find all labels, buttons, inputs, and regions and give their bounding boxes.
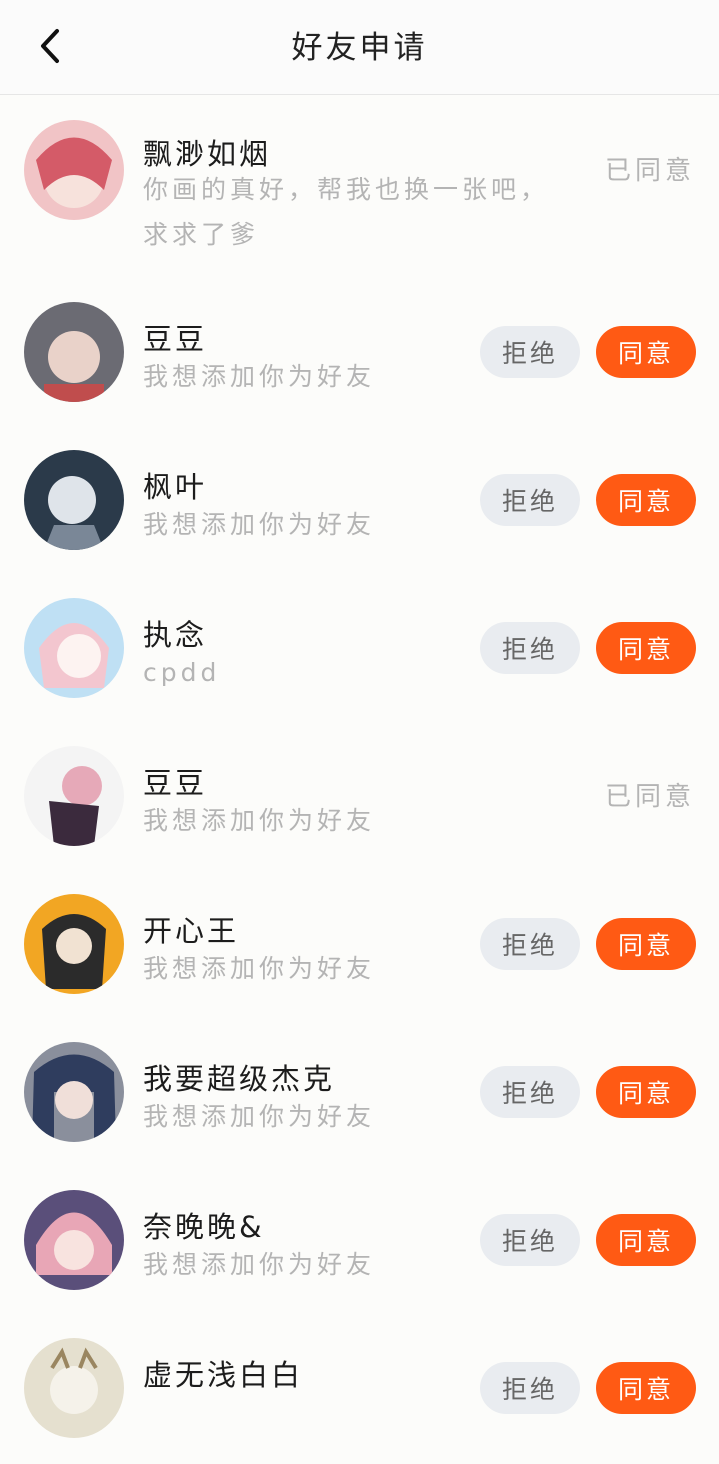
avatar-image <box>24 120 124 220</box>
avatar[interactable] <box>24 598 124 698</box>
requester-name: 执念 <box>143 618 208 652</box>
accept-button[interactable]: 同意 <box>596 1214 696 1266</box>
avatar-image <box>24 450 124 550</box>
avatar[interactable] <box>24 120 124 220</box>
accept-button[interactable]: 同意 <box>596 326 696 378</box>
requester-name: 豆豆 <box>143 766 208 800</box>
avatar[interactable] <box>24 1338 124 1438</box>
avatar-image <box>24 598 124 698</box>
avatar[interactable] <box>24 1042 124 1142</box>
friend-request-item: 枫叶 我想添加你为好友 拒绝 同意 <box>0 428 719 576</box>
accept-button[interactable]: 同意 <box>596 1066 696 1118</box>
accept-button[interactable]: 同意 <box>596 474 696 526</box>
avatar-image <box>24 302 124 402</box>
request-message: 我想添加你为好友 <box>143 806 376 835</box>
reject-button[interactable]: 拒绝 <box>480 326 580 378</box>
page-title: 好友申请 <box>291 30 428 66</box>
reject-button[interactable]: 拒绝 <box>480 918 580 970</box>
friend-request-item: 我要超级杰克 我想添加你为好友 拒绝 同意 <box>0 1020 719 1168</box>
friend-request-item: 豆豆 我想添加你为好友 已同意 <box>0 724 719 872</box>
avatar[interactable] <box>24 450 124 550</box>
avatar-image <box>24 894 124 994</box>
requester-name: 豆豆 <box>143 322 208 356</box>
accept-button[interactable]: 同意 <box>596 622 696 674</box>
avatar-image <box>24 1338 124 1438</box>
friend-request-item: 虚无浅白白 拒绝 同意 <box>0 1316 719 1464</box>
requester-name: 开心王 <box>143 914 240 948</box>
avatar[interactable] <box>24 894 124 994</box>
friend-request-item: 开心王 我想添加你为好友 拒绝 同意 <box>0 872 719 1020</box>
avatar-image <box>24 746 124 846</box>
reject-button[interactable]: 拒绝 <box>480 1362 580 1414</box>
avatar[interactable] <box>24 746 124 846</box>
avatar-image <box>24 1190 124 1290</box>
reject-button[interactable]: 拒绝 <box>480 1066 580 1118</box>
friend-request-item: 执念 cpdd 拒绝 同意 <box>0 576 719 724</box>
avatar[interactable] <box>24 1190 124 1290</box>
reject-button[interactable]: 拒绝 <box>480 1214 580 1266</box>
reject-button[interactable]: 拒绝 <box>480 622 580 674</box>
requester-name: 我要超级杰克 <box>143 1062 336 1096</box>
friend-request-item: 飘渺如烟 你画的真好，帮我也换一张吧，求求了爹 已同意 <box>0 95 719 280</box>
accept-button[interactable]: 同意 <box>596 1362 696 1414</box>
friend-request-list: 飘渺如烟 你画的真好，帮我也换一张吧，求求了爹 已同意 豆豆 我想添加你为好友 … <box>0 95 719 1464</box>
avatar[interactable] <box>24 302 124 402</box>
requester-name: 奈晚晚& <box>143 1210 265 1244</box>
reject-button[interactable]: 拒绝 <box>480 474 580 526</box>
friend-request-item: 豆豆 我想添加你为好友 拒绝 同意 <box>0 280 719 428</box>
request-message: 你画的真好，帮我也换一张吧，求求了爹 <box>143 175 550 249</box>
avatar-image <box>24 1042 124 1142</box>
app-header: 好友申请 <box>0 0 719 95</box>
requester-name: 枫叶 <box>143 470 208 504</box>
accepted-status: 已同意 <box>604 156 695 186</box>
accept-button[interactable]: 同意 <box>596 918 696 970</box>
requester-name: 虚无浅白白 <box>143 1358 304 1392</box>
friend-request-item: 奈晚晚& 我想添加你为好友 拒绝 同意 <box>0 1168 719 1316</box>
accepted-status: 已同意 <box>604 782 695 812</box>
